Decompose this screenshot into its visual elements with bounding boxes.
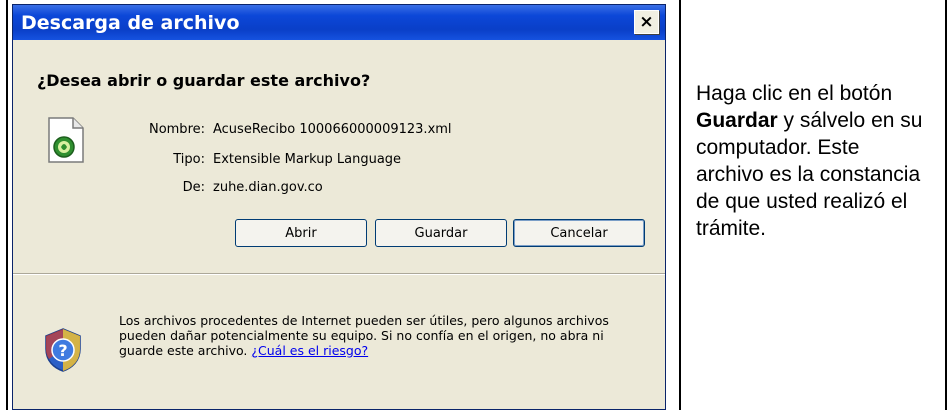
- instruction-before: Haga clic en el botón: [696, 82, 893, 105]
- close-button[interactable]: ×: [634, 10, 659, 34]
- xml-file-icon: [48, 117, 84, 163]
- dialog-titlebar[interactable]: Descarga de archivo ×: [13, 5, 665, 40]
- shield-question-icon: ?: [45, 328, 81, 372]
- save-button[interactable]: Guardar: [375, 219, 507, 247]
- from-label: De:: [182, 180, 205, 195]
- table-column-divider: [679, 0, 681, 410]
- type-label: Tipo:: [173, 152, 205, 167]
- dialog-title: Descarga de archivo: [21, 12, 240, 34]
- type-value: Extensible Markup Language: [213, 152, 402, 167]
- file-download-dialog: Descarga de archivo × ¿Desea abrir o gua…: [12, 4, 666, 410]
- instruction-bold: Guardar: [696, 109, 778, 132]
- name-value: AcuseRecibo 100066000009123.xml: [213, 122, 452, 137]
- instruction-text: Haga clic en el botón Guardar y sálvelo …: [696, 80, 931, 242]
- svg-text:?: ?: [58, 341, 67, 360]
- dialog-question: ¿Desea abrir o guardar este archivo?: [37, 71, 371, 90]
- cancel-button[interactable]: Cancelar: [513, 219, 645, 247]
- table-border-right: [945, 0, 947, 410]
- name-label: Nombre:: [148, 122, 205, 137]
- risk-link[interactable]: ¿Cuál es el riesgo?: [251, 343, 368, 358]
- table-border-left: [6, 0, 8, 410]
- dialog-separator: [13, 273, 665, 275]
- from-value: zuhe.dian.gov.co: [213, 180, 323, 195]
- open-button[interactable]: Abrir: [235, 219, 367, 247]
- close-icon: ×: [639, 12, 654, 32]
- security-warning: Los archivos procedentes de Internet pue…: [119, 313, 621, 358]
